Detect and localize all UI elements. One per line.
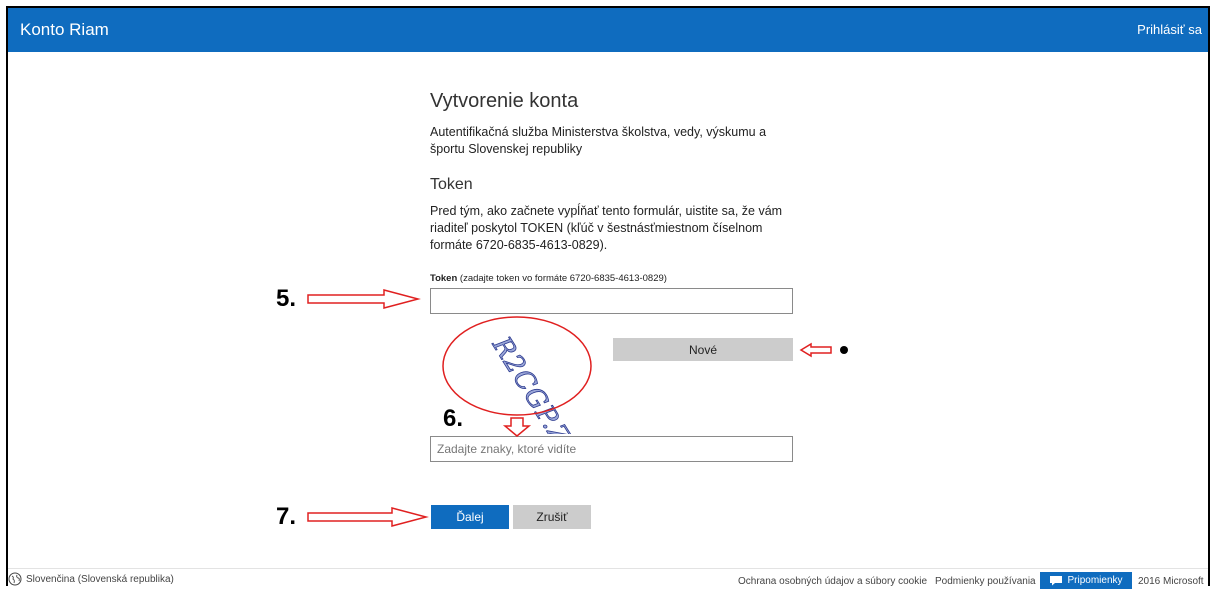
- feedback-button[interactable]: Pripomienky: [1040, 572, 1132, 589]
- new-captcha-button[interactable]: Nové: [613, 338, 793, 361]
- section-title-token: Token: [430, 176, 473, 193]
- arrow-right-icon: [307, 289, 421, 309]
- next-button[interactable]: Ďalej: [431, 505, 509, 529]
- globe-icon: [8, 572, 22, 586]
- page-title: Vytvorenie konta: [430, 90, 579, 112]
- arrow-left-icon: [799, 342, 848, 358]
- brand-title: Konto Riam: [20, 20, 109, 39]
- captcha-input[interactable]: [430, 436, 793, 462]
- language-selector[interactable]: Slovenčina (Slovenská republika): [8, 572, 174, 586]
- token-field-label: Token (zadajte token vo formáte 6720-683…: [430, 273, 667, 284]
- arrow-down-icon: [502, 417, 532, 437]
- copyright-text: 2016 Microsoft: [1138, 576, 1204, 587]
- header-bar: Konto Riam Prihlásiť sa: [8, 8, 1208, 52]
- token-description: Pred tým, ako začnete vypĺňať tento form…: [430, 204, 783, 252]
- arrow-right-icon: [307, 507, 429, 527]
- language-label: Slovenčina (Slovenská republika): [26, 573, 174, 585]
- step-6-label: 6.: [443, 405, 464, 432]
- token-label-hint: (zadajte token vo formáte 6720-6835-4613…: [457, 273, 667, 284]
- step-5-label: 5.: [276, 285, 297, 312]
- terms-link[interactable]: Podmienky používania: [935, 576, 1036, 587]
- privacy-link[interactable]: Ochrana osobných údajov a súbory cookie: [738, 576, 927, 587]
- cancel-button[interactable]: Zrušiť: [513, 505, 591, 529]
- captcha-highlight-ellipse: [442, 316, 592, 416]
- footer-divider: [8, 568, 1208, 569]
- token-input[interactable]: [430, 288, 793, 314]
- comment-icon: [1050, 576, 1063, 586]
- page-subtitle: Autentifikačná služba Ministerstva škols…: [430, 125, 767, 156]
- feedback-label: Pripomienky: [1067, 575, 1123, 586]
- step-7-label: 7.: [276, 503, 297, 530]
- signin-link[interactable]: Prihlásiť sa: [1137, 22, 1202, 37]
- token-label-bold: Token: [430, 273, 458, 284]
